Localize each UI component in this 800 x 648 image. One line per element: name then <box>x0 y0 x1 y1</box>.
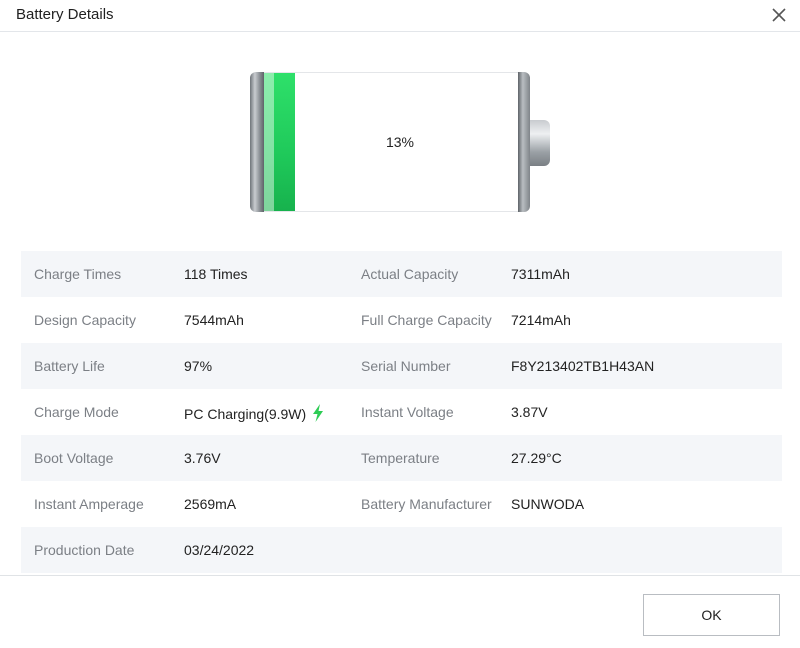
detail-label: Charge Mode <box>34 404 119 420</box>
detail-value: 7214mAh <box>511 312 571 328</box>
detail-value: 7311mAh <box>511 266 570 282</box>
detail-label: Production Date <box>34 542 135 558</box>
table-row: Instant Amperage 2569mA Battery Manufact… <box>21 481 782 527</box>
detail-value: 118 Times <box>184 266 248 282</box>
detail-value: F8Y213402TB1H43AN <box>511 358 655 374</box>
detail-label: Full Charge Capacity <box>361 312 492 328</box>
table-row: Production Date 03/24/2022 <box>21 527 782 573</box>
detail-value: SUNWODA <box>511 496 585 512</box>
table-row: Design Capacity 7544mAh Full Charge Capa… <box>21 297 782 343</box>
close-icon[interactable] <box>768 4 790 26</box>
detail-value: 7544mAh <box>184 312 244 328</box>
detail-label: Design Capacity <box>34 312 136 328</box>
detail-value: 03/24/2022 <box>184 542 255 558</box>
title-bar: Battery Details <box>0 0 800 32</box>
detail-value: PC Charging(9.9W) <box>184 404 324 425</box>
window-title: Battery Details <box>16 6 114 23</box>
detail-label: Serial Number <box>361 358 451 374</box>
lightning-icon <box>312 404 324 425</box>
detail-label: Battery Life <box>34 358 105 374</box>
detail-value: 3.87V <box>511 404 548 420</box>
detail-label: Boot Voltage <box>34 450 114 466</box>
detail-label: Temperature <box>361 450 440 466</box>
battery-graphic: 13% <box>250 72 550 212</box>
detail-value: 27.29°C <box>511 450 562 466</box>
table-row: Charge Times 118 Times Actual Capacity 7… <box>21 251 782 297</box>
detail-value: 2569mA <box>184 496 237 512</box>
table-row: Battery Life 97% Serial Number F8Y213402… <box>21 343 782 389</box>
detail-value: 97% <box>184 358 213 374</box>
charge-mode-text: PC Charging(9.9W) <box>184 406 307 422</box>
ok-button[interactable]: OK <box>643 594 780 636</box>
detail-label: Instant Amperage <box>34 496 144 512</box>
battery-percent: 13% <box>385 134 415 150</box>
table-row: Boot Voltage 3.76V Temperature 27.29°C <box>21 435 782 481</box>
detail-label: Actual Capacity <box>361 266 459 282</box>
table-row: Charge Mode PC Charging(9.9W) Instant Vo… <box>21 389 782 435</box>
battery-details-table: Charge Times 118 Times Actual Capacity 7… <box>21 251 782 573</box>
detail-label: Battery Manufacturer <box>361 496 492 512</box>
detail-value: 3.76V <box>184 450 221 466</box>
detail-label: Instant Voltage <box>361 404 454 420</box>
detail-label: Charge Times <box>34 266 122 282</box>
